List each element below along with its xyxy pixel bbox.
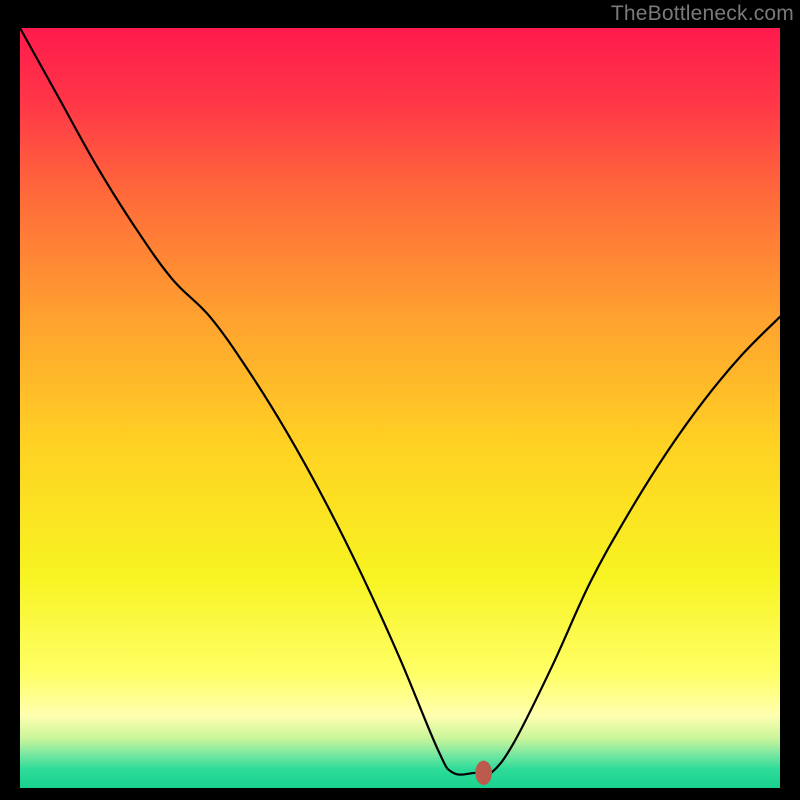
gradient-background	[20, 28, 780, 788]
chart-container: TheBottleneck.com	[0, 0, 800, 800]
optimal-point-marker	[475, 761, 492, 785]
watermark-text: TheBottleneck.com	[611, 2, 794, 26]
bottleneck-plot	[20, 28, 780, 788]
chart-svg	[20, 28, 780, 788]
